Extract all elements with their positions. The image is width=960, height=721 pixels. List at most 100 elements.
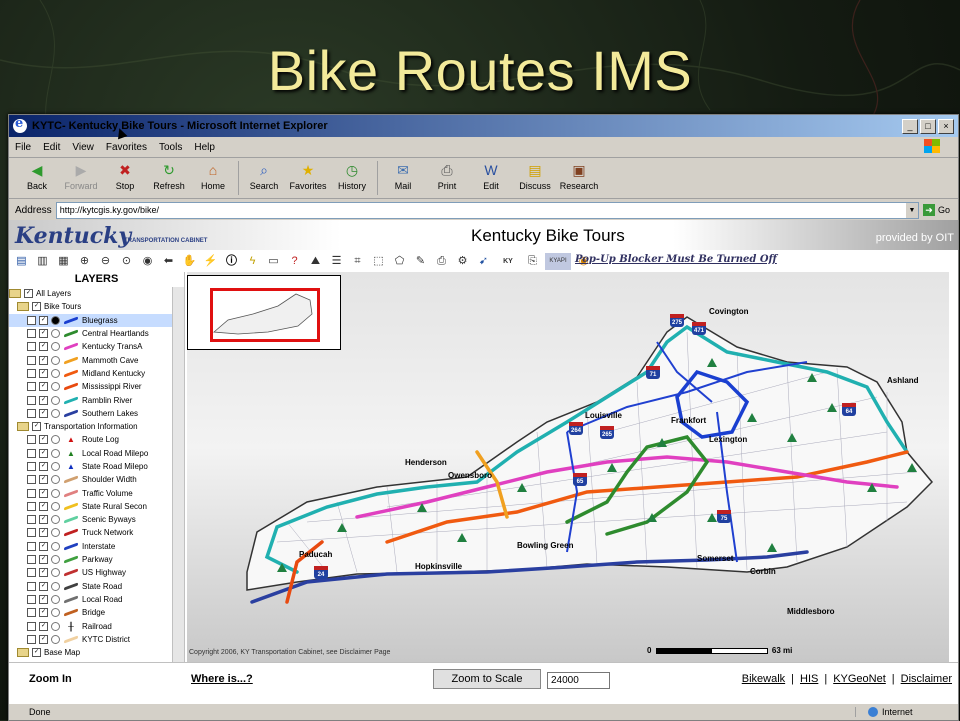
layer-visibility-checkbox[interactable]: ✓ — [39, 408, 48, 418]
kygeonet-link[interactable]: KYGeoNet — [833, 673, 886, 685]
layer-visibility-checkbox[interactable]: ✓ — [39, 515, 48, 525]
address-input[interactable]: http://kytcgis.ky.gov/bike/ ▼ — [55, 201, 919, 219]
chevron-down-icon[interactable]: ▼ — [905, 202, 918, 218]
select-icon[interactable]: ▭ — [265, 253, 282, 270]
forward-button[interactable]: ▶ Forward — [59, 158, 103, 191]
menu-favorites[interactable]: Favorites — [106, 142, 147, 153]
history-button[interactable]: ◷ History — [330, 158, 374, 191]
scale-input[interactable]: 24000 — [547, 672, 610, 689]
layer-visibility-checkbox[interactable]: ✓ — [32, 422, 41, 432]
kyapi-icon[interactable]: KYAPI — [545, 252, 571, 270]
identify-icon[interactable]: ⓘ — [223, 253, 240, 270]
layer-item[interactable]: ✓ Bridge — [9, 606, 184, 619]
where-is-link[interactable]: Where is...? — [191, 673, 253, 685]
active-layer-radio[interactable] — [51, 555, 60, 565]
print-map-icon[interactable]: ⎙ — [433, 253, 450, 270]
overview-icon[interactable]: ▦ — [55, 253, 72, 270]
menu-file[interactable]: File — [15, 142, 31, 153]
layer-item[interactable]: ✓ ▲ Route Log — [9, 433, 184, 446]
his-link[interactable]: HIS — [800, 673, 818, 685]
refresh-button[interactable]: ↻ Refresh — [147, 158, 191, 191]
menu-help[interactable]: Help — [194, 142, 215, 153]
layer-item[interactable]: ✓ Parkway — [9, 553, 184, 566]
active-layer-radio[interactable] — [51, 382, 60, 392]
layer-item[interactable]: ✓ Kentucky TransA — [9, 340, 184, 353]
layer-item[interactable]: ✓ ▲ State Road Milepo — [9, 460, 184, 473]
layer-visibility-checkbox[interactable]: ✓ — [39, 462, 48, 471]
research-button[interactable]: ▣ Research — [557, 158, 601, 191]
zoom-full-icon[interactable]: ◉ — [139, 253, 156, 270]
layer-visibility-checkbox[interactable]: ✓ — [39, 541, 48, 551]
layer-item[interactable]: ✓ Interstate — [9, 540, 184, 553]
layer-visibility-checkbox[interactable]: ✓ — [39, 475, 48, 485]
popup-blocker-notice[interactable]: Pop-Up Blocker Must Be Turned Off — [575, 254, 777, 265]
layer-visibility-checkbox[interactable]: ✓ — [39, 315, 48, 325]
search-button[interactable]: ⌕ Search — [242, 158, 286, 191]
active-layer-radio[interactable] — [51, 395, 60, 405]
layer-visibility-checkbox[interactable]: ✓ — [39, 555, 48, 565]
layer-group[interactable]: ✓ Bike Tours — [9, 300, 184, 313]
zoom-in-icon[interactable]: ⊕ — [76, 253, 93, 270]
back-extent-icon[interactable]: ⬅ — [160, 253, 177, 270]
layer-visibility-checkbox[interactable]: ✓ — [39, 329, 48, 339]
active-layer-radio[interactable] — [51, 342, 60, 352]
discuss-button[interactable]: ▤ Discuss — [513, 158, 557, 191]
layer-item[interactable]: ✓ US Highway — [9, 566, 184, 579]
active-layer-radio[interactable] — [51, 448, 60, 458]
layer-visibility-checkbox[interactable]: ✓ — [39, 501, 48, 511]
overview-map[interactable] — [187, 275, 341, 350]
layer-item[interactable]: ✓ Scenic Byways — [9, 513, 184, 526]
layer-visibility-checkbox[interactable]: ✓ — [39, 342, 48, 352]
layer-visibility-checkbox[interactable]: ✓ — [39, 488, 48, 498]
measure-icon[interactable]: ⚡ — [202, 253, 219, 270]
layer-visibility-checkbox[interactable]: ✓ — [39, 448, 48, 458]
zoom-to-scale-button[interactable]: Zoom to Scale — [433, 669, 541, 689]
close-button[interactable]: × — [938, 118, 954, 134]
pan-icon[interactable]: ✋ — [181, 253, 198, 270]
layer-visibility-checkbox[interactable]: ✓ — [24, 289, 33, 299]
active-layer-radio[interactable] — [51, 608, 60, 618]
select-layer-icon[interactable]: ☰ — [328, 253, 345, 270]
active-layer-radio[interactable] — [51, 329, 60, 339]
print-button[interactable]: ⎙ Print — [425, 158, 469, 191]
active-layer-radio[interactable] — [51, 621, 60, 631]
layer-visibility-checkbox[interactable]: ✓ — [39, 368, 48, 378]
layer-visibility-checkbox[interactable]: ✓ — [39, 594, 48, 604]
locate-icon[interactable]: ➹ — [475, 253, 492, 270]
layer-list-icon[interactable]: ▤ — [13, 253, 30, 270]
legend-icon[interactable]: ▥ — [34, 253, 51, 270]
layer-visibility-checkbox[interactable]: ✓ — [32, 648, 41, 658]
select-shape-icon[interactable]: ⬠ — [391, 253, 408, 270]
active-layer-radio[interactable] — [51, 488, 60, 498]
zoom-out-icon[interactable]: ⊖ — [97, 253, 114, 270]
find-icon[interactable]: ⛰ — [307, 253, 324, 270]
layer-group[interactable]: ✓ Transportation Information — [9, 420, 184, 433]
active-layer-radio[interactable] — [51, 501, 60, 511]
active-layer-radio[interactable] — [51, 581, 60, 591]
layer-visibility-checkbox[interactable]: ✓ — [39, 355, 48, 365]
layer-visibility-checkbox[interactable]: ✓ — [39, 395, 48, 405]
stop-button[interactable]: ✖ Stop — [103, 158, 147, 191]
zoom-active-icon[interactable]: ⊙ — [118, 253, 135, 270]
ky-locator-icon[interactable]: KY — [496, 253, 520, 270]
query-icon[interactable]: ? — [286, 253, 303, 270]
layer-item[interactable]: ✓ Local Road — [9, 593, 184, 606]
bikewalk-link[interactable]: Bikewalk — [742, 673, 785, 685]
active-layer-radio[interactable] — [51, 462, 60, 471]
layer-group[interactable]: ✓ Base Map — [9, 646, 184, 659]
active-layer-radio[interactable] — [51, 368, 60, 378]
clear-selection-icon[interactable]: ✎ — [412, 253, 429, 270]
select-box-icon[interactable]: ⬚ — [370, 253, 387, 270]
active-layer-radio[interactable] — [51, 435, 60, 445]
layer-item[interactable]: ✓ Southern Lakes — [9, 407, 184, 420]
active-layer-radio[interactable] — [51, 634, 60, 644]
active-layer-radio[interactable] — [51, 594, 60, 604]
layer-item[interactable]: ✓ KYTC District — [9, 633, 184, 646]
back-button[interactable]: ◀ Back — [15, 158, 59, 191]
layer-visibility-checkbox[interactable]: ✓ — [39, 382, 48, 392]
favorites-button[interactable]: ★ Favorites — [286, 158, 330, 191]
layer-item[interactable]: ✓ Truck Network — [9, 526, 184, 539]
go-button[interactable]: ➜ Go — [922, 204, 950, 216]
menu-tools[interactable]: Tools — [159, 142, 182, 153]
layer-visibility-checkbox[interactable]: ✓ — [39, 528, 48, 538]
